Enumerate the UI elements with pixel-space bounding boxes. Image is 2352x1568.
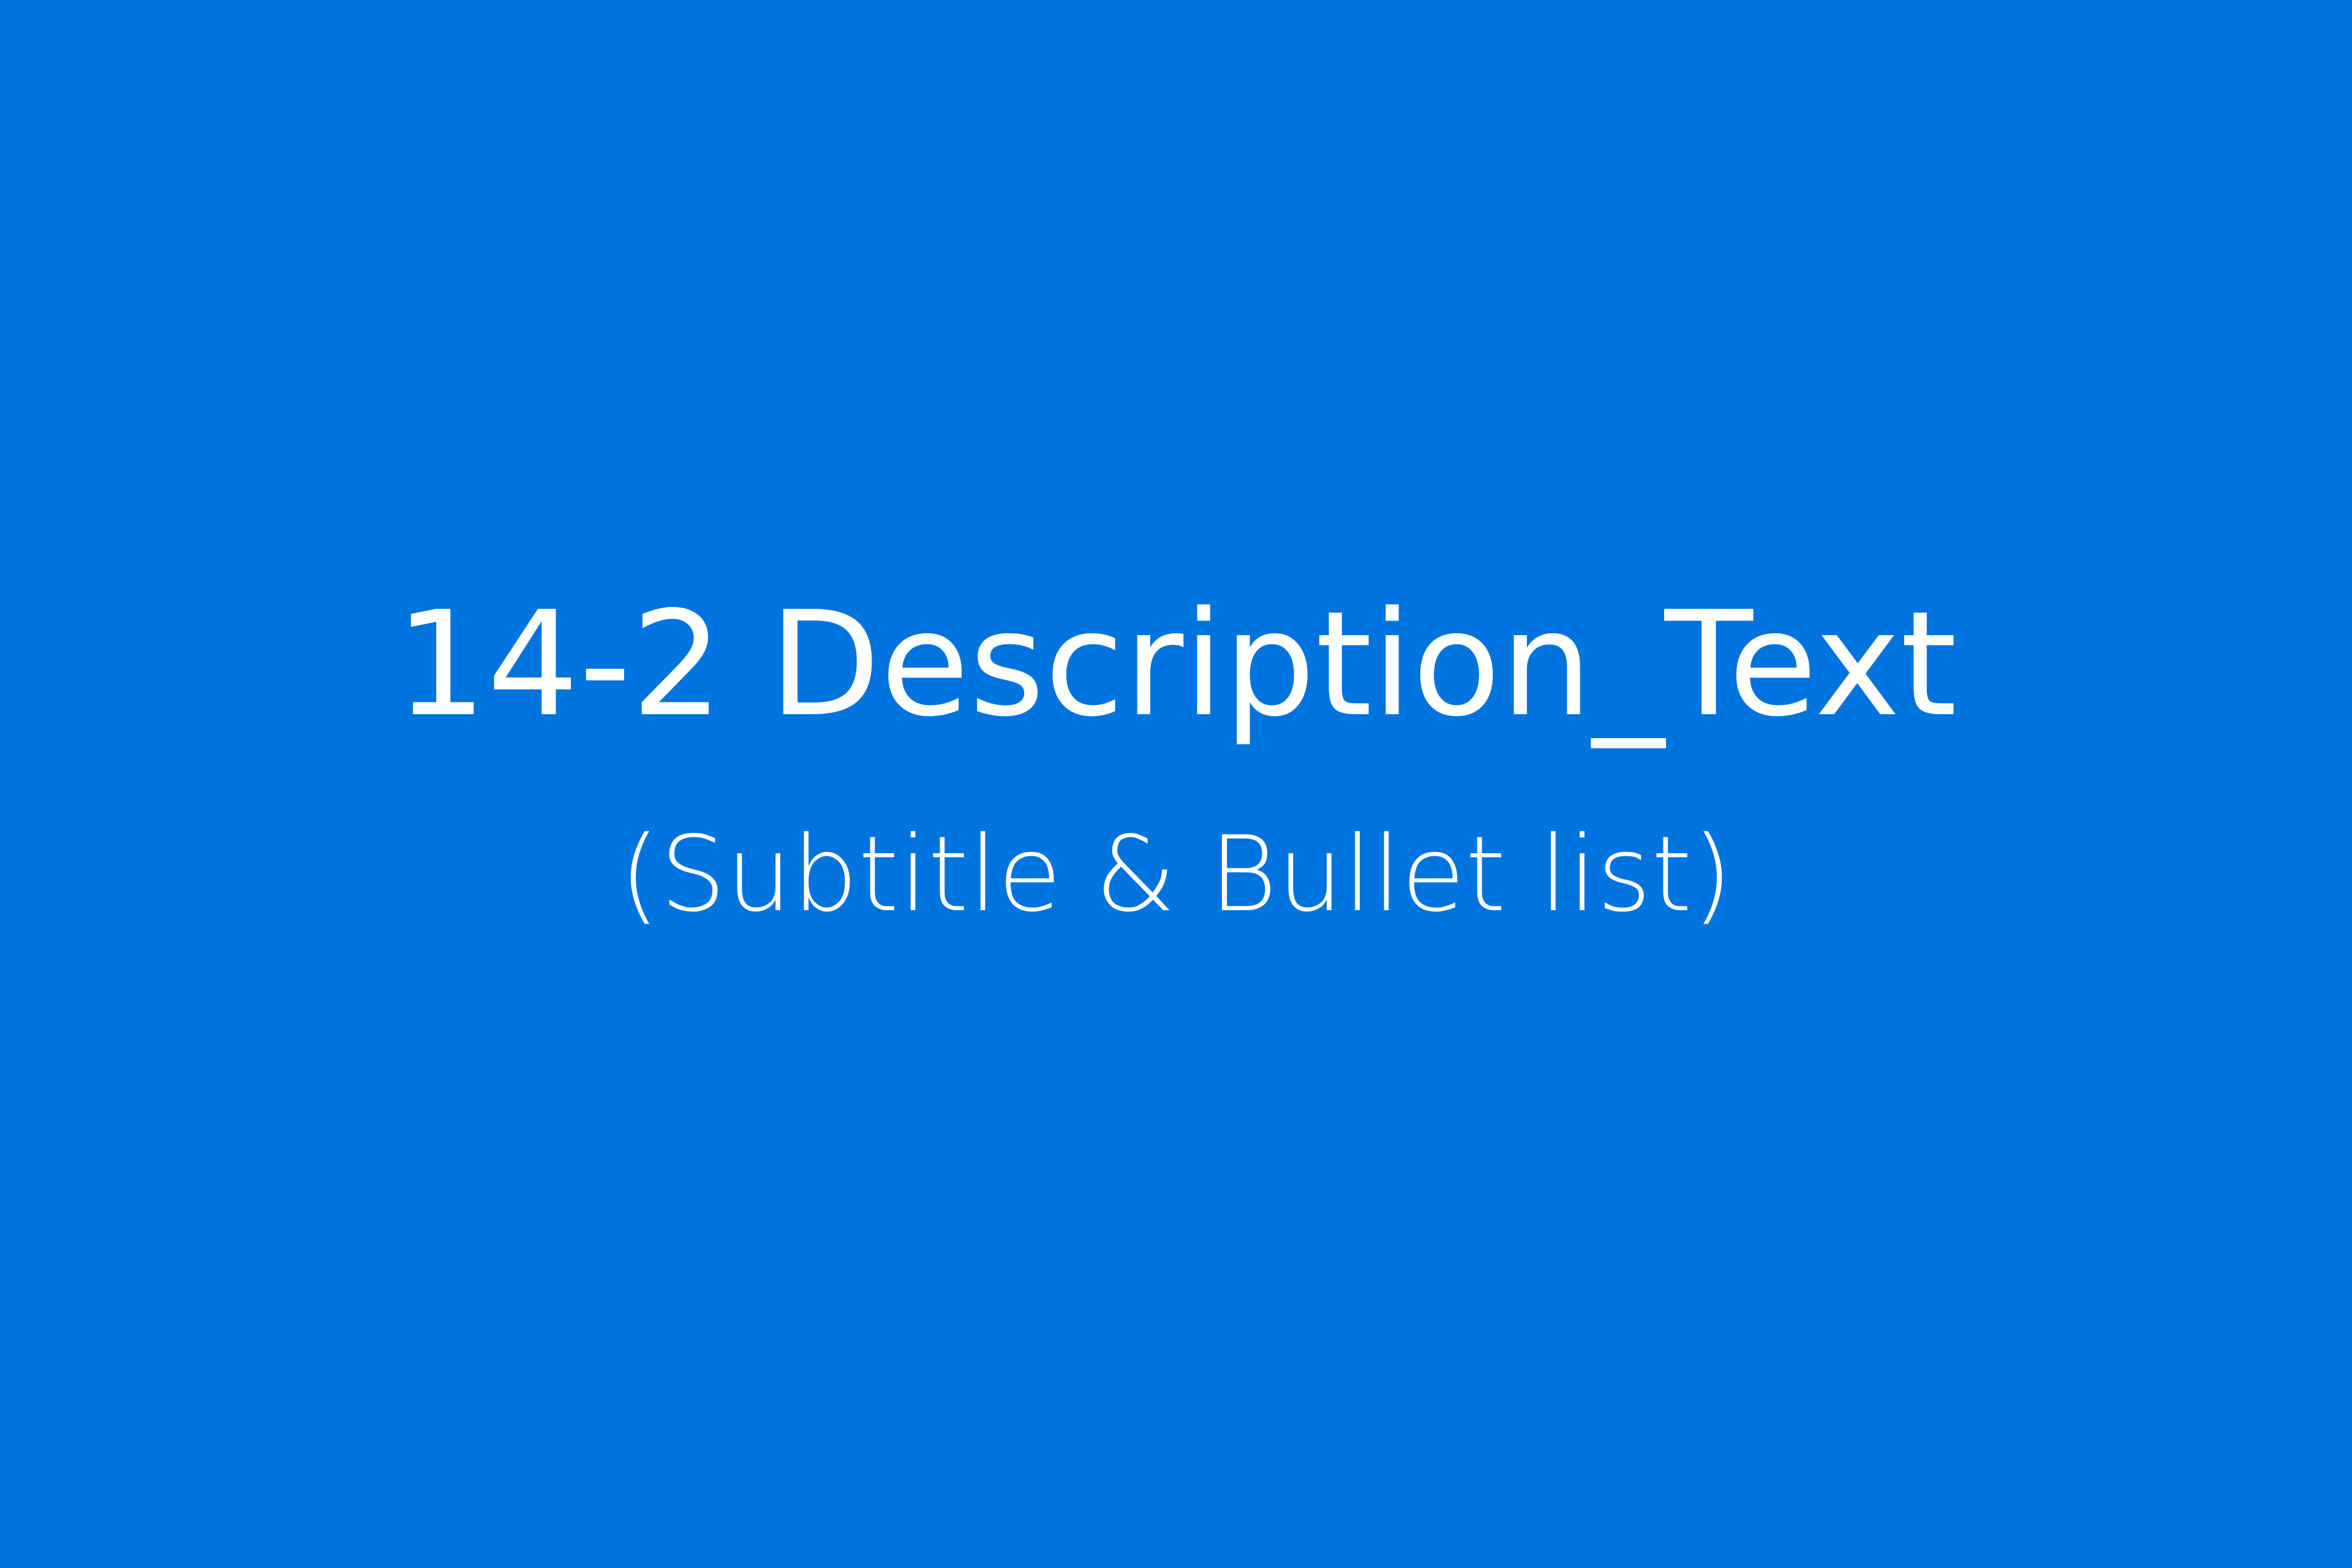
- title-slide: 14-2 Description_Text (Subtitle & Bullet…: [0, 0, 2352, 1568]
- slide-title: 14-2 Description_Text: [394, 580, 1958, 748]
- slide-subtitle: (Subtitle & Bullet list): [619, 814, 1733, 935]
